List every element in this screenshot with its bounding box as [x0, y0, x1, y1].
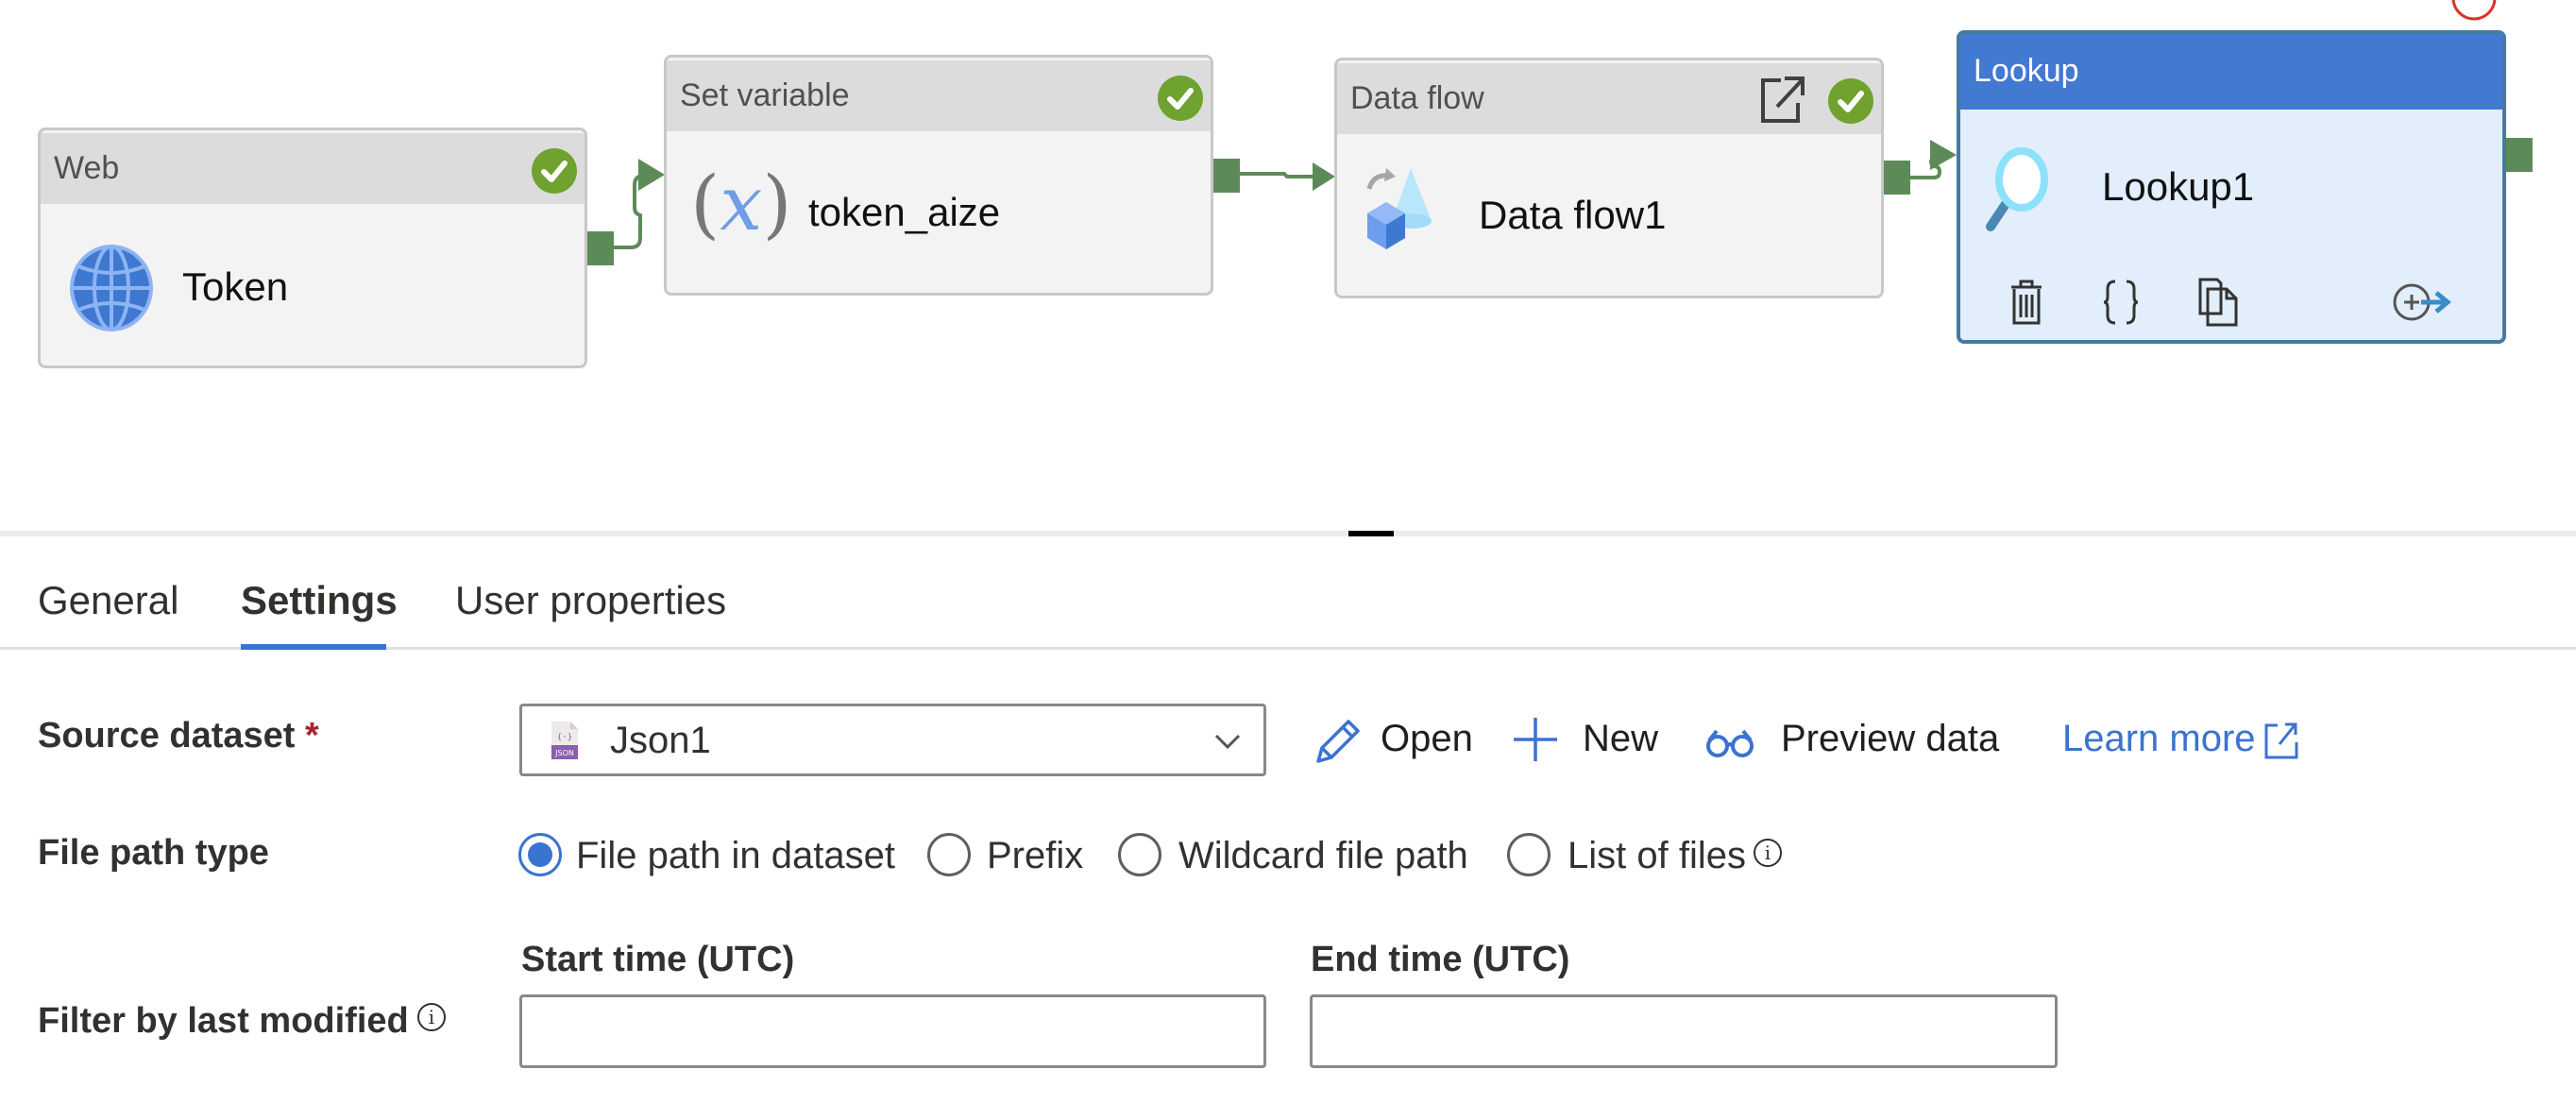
arrow-dataflow-in — [1313, 162, 1335, 191]
error-indicator-icon — [2451, 0, 2497, 21]
tab-divider — [0, 647, 2576, 650]
active-tab-indicator — [241, 644, 386, 650]
open-button[interactable]: Open — [1381, 718, 1473, 760]
file-path-type-label: File path type — [38, 833, 269, 873]
chevron-down-icon[interactable] — [1214, 733, 1241, 750]
new-button[interactable]: New — [1583, 718, 1658, 760]
splitter-grip[interactable] — [1348, 531, 1394, 536]
connector-setvariable-dataflow — [1237, 172, 1314, 178]
activity-web[interactable]: Web Token — [38, 127, 587, 368]
success-check-icon — [1828, 78, 1873, 124]
output-handle[interactable] — [2506, 138, 2533, 172]
activity-data-flow[interactable]: Data flow Data flow1 — [1334, 58, 1884, 298]
activity-name: token_aize — [808, 190, 1001, 234]
radio-label[interactable]: Wildcard file path — [1178, 835, 1468, 877]
lookup-icon — [1986, 147, 2048, 231]
preview-data-button[interactable]: Preview data — [1781, 718, 1999, 760]
copy-icon[interactable] — [2198, 278, 2240, 327]
info-icon[interactable]: i — [417, 1003, 446, 1031]
tab-general[interactable]: General — [38, 578, 178, 623]
external-link-icon[interactable] — [2264, 722, 2298, 759]
add-output-icon[interactable] — [2393, 281, 2453, 323]
activity-name: Lookup1 — [2102, 164, 2255, 209]
glasses-icon[interactable] — [1705, 727, 1754, 759]
learn-more-link[interactable]: Learn more — [2062, 718, 2256, 760]
activity-header: Data flow — [1337, 63, 1881, 134]
output-handle[interactable] — [587, 231, 614, 265]
end-time-label: End time (UTC) — [1311, 940, 1570, 979]
radio-label[interactable]: Prefix — [987, 835, 1083, 877]
tab-user-properties[interactable]: User properties — [455, 578, 726, 623]
open-external-icon[interactable] — [1760, 75, 1805, 124]
arrow-lookup-in — [1930, 140, 1957, 170]
source-dataset-value: Json1 — [610, 720, 711, 761]
success-check-icon — [1158, 76, 1203, 121]
arrow-setvariable-in — [638, 159, 665, 191]
activity-header: Set variable — [667, 60, 1211, 131]
tab-settings[interactable]: Settings — [241, 578, 398, 623]
source-dataset-label: Source dataset * — [38, 716, 319, 756]
activity-name: Data flow1 — [1479, 193, 1667, 237]
end-time-input[interactable] — [1310, 994, 2058, 1068]
panel-splitter[interactable] — [0, 531, 2576, 536]
activity-header: Lookup — [1960, 34, 2502, 110]
source-dataset-dropdown[interactable]: {·} JSON Json1 — [519, 704, 1266, 776]
globe-icon — [70, 245, 153, 331]
activity-lookup[interactable]: Lookup Lookup1 — [1957, 30, 2506, 344]
output-handle[interactable] — [1213, 159, 1240, 193]
success-check-icon — [532, 148, 577, 194]
pipeline-canvas[interactable]: Web Token Set variable (x) token_aize Da… — [0, 0, 2576, 531]
activity-type: Set variable — [680, 77, 850, 113]
radio-prefix[interactable] — [927, 833, 971, 876]
radio-file-path-in-dataset[interactable] — [518, 833, 562, 876]
info-icon[interactable]: i — [1754, 839, 1782, 867]
required-mark: * — [305, 716, 319, 756]
radio-wildcard-file-path[interactable] — [1118, 833, 1161, 876]
svg-text:JSON: JSON — [554, 749, 574, 757]
svg-text:{·}: {·} — [557, 733, 572, 742]
start-time-label: Start time (UTC) — [521, 940, 795, 979]
filter-last-modified-label: Filter by last modified — [38, 1001, 409, 1041]
data-flow-icon — [1366, 168, 1432, 249]
activity-type: Web — [54, 150, 120, 186]
output-handle[interactable] — [1884, 161, 1910, 195]
radio-label[interactable]: File path in dataset — [576, 835, 895, 877]
plus-icon[interactable] — [1514, 718, 1557, 761]
radio-label[interactable]: List of files — [1568, 835, 1746, 877]
activity-type: Data flow — [1350, 80, 1484, 116]
delete-icon[interactable] — [2008, 278, 2045, 327]
activity-header: Web — [41, 133, 585, 204]
json-file-icon: {·} JSON — [551, 722, 578, 759]
radio-list-of-files[interactable] — [1507, 833, 1551, 876]
activity-name: Token — [182, 264, 289, 309]
code-braces-icon[interactable] — [2102, 278, 2140, 327]
activity-type: Lookup — [1974, 53, 2079, 89]
activity-set-variable[interactable]: Set variable (x) token_aize — [664, 55, 1213, 296]
variable-icon: (x) — [690, 160, 792, 247]
start-time-input[interactable] — [519, 994, 1266, 1068]
pencil-icon[interactable] — [1313, 718, 1360, 767]
